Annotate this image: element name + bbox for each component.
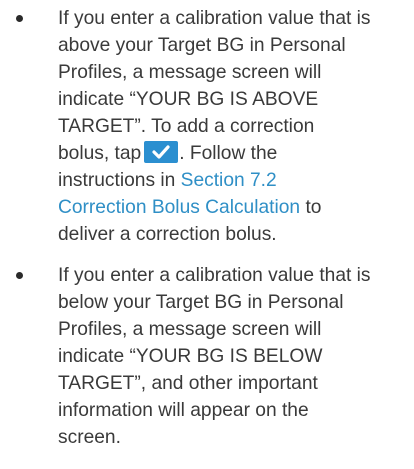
- after-link-text: to: [305, 197, 322, 218]
- text-line: TARGET”, and other important: [58, 373, 318, 394]
- checkmark-icon: [152, 145, 170, 159]
- bullet-list: If you enter a calibration value that is…: [0, 0, 414, 451]
- tap-text: bolus, tap: [58, 143, 142, 164]
- text-line: If you enter a calibration value that is: [58, 8, 371, 29]
- text-line: screen.: [58, 427, 121, 448]
- bullet-below-target: If you enter a calibration value that is…: [0, 262, 414, 451]
- text-line: indicate “YOUR BG IS BELOW: [58, 346, 323, 367]
- text-line: above your Target BG in Personal: [58, 35, 346, 56]
- link-line: Correction Bolus Calculation to: [58, 194, 404, 221]
- instructions-text: instructions in: [58, 170, 176, 191]
- text-line: Profiles, a message screen will: [58, 62, 322, 83]
- text-line: deliver a correction bolus.: [58, 224, 277, 245]
- bullet-dot: [16, 15, 23, 22]
- text-line: indicate “YOUR BG IS ABOVE: [58, 89, 319, 110]
- tap-line: bolus, tap . Follow the: [58, 140, 404, 167]
- text-line: TARGET”. To add a correction: [58, 116, 315, 137]
- bullet-dot: [16, 272, 23, 279]
- instructions-line: instructions in Section 7.2: [58, 167, 404, 194]
- section-link-title[interactable]: Correction Bolus Calculation: [58, 197, 300, 218]
- text-line: Profiles, a message screen will: [58, 319, 322, 340]
- text-line: information will appear on the: [58, 400, 309, 421]
- instructions-page: If you enter a calibration value that is…: [0, 0, 414, 469]
- section-link[interactable]: Section 7.2: [181, 170, 277, 191]
- text-line: If you enter a calibration value that is: [58, 265, 371, 286]
- bullet-above-target: If you enter a calibration value that is…: [0, 5, 414, 248]
- text-line: below your Target BG in Personal: [58, 292, 344, 313]
- follow-text: . Follow the: [179, 143, 278, 164]
- confirm-check-button: [144, 141, 179, 163]
